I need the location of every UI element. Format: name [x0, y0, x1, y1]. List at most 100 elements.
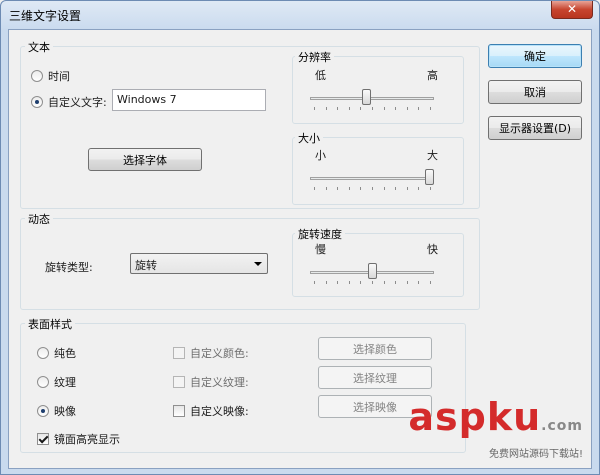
- custom-text-radio-row[interactable]: 自定义文字:: [31, 94, 107, 110]
- resolution-slider-tick: [418, 107, 420, 110]
- size-slider-tick: [430, 187, 431, 190]
- custom-text-input-value: Windows 7: [117, 93, 177, 106]
- resolution-slider-thumb[interactable]: [361, 89, 371, 105]
- custom-text-radio[interactable]: [31, 96, 43, 108]
- solid-radio-row[interactable]: 纯色: [37, 345, 76, 361]
- size-slider-tick: [395, 187, 397, 190]
- reflection-radio-label: 映像: [54, 405, 76, 418]
- custom-texture-checkbox-row[interactable]: 自定义纹理:: [173, 374, 249, 390]
- time-radio-label: 时间: [48, 70, 70, 83]
- size-slider-thumb[interactable]: [425, 169, 434, 185]
- resolution-slider-tick: [337, 107, 339, 110]
- size-slider-tick: [360, 187, 362, 190]
- title-bar[interactable]: 三维文字设置 ✕: [1, 1, 599, 27]
- resolution-slider-tick: [360, 107, 362, 110]
- custom-text-input[interactable]: Windows 7: [112, 89, 266, 111]
- rotation-type-select[interactable]: 旋转: [130, 253, 268, 274]
- solid-radio-label: 纯色: [54, 347, 76, 360]
- close-button[interactable]: ✕: [551, 1, 593, 19]
- choose-color-button[interactable]: 选择颜色: [318, 337, 432, 360]
- size-small-label: 小: [315, 149, 326, 162]
- solid-radio[interactable]: [37, 347, 49, 359]
- texture-radio[interactable]: [37, 376, 49, 388]
- specular-checkbox[interactable]: [37, 433, 49, 445]
- custom-color-checkbox[interactable]: [173, 347, 185, 359]
- watermark-suffix: .com: [541, 418, 583, 434]
- resolution-slider-tick: [395, 107, 397, 110]
- size-slider-tick: [418, 187, 420, 190]
- resolution-slider-tick: [430, 107, 431, 110]
- reflection-radio-row[interactable]: 映像: [37, 403, 76, 419]
- resolution-slider-tick: [348, 107, 350, 110]
- choose-reflection-button-label: 选择映像: [353, 400, 397, 414]
- cancel-button[interactable]: 取消: [488, 80, 582, 104]
- size-slider-tick: [372, 187, 373, 190]
- ok-button[interactable]: 确定: [488, 44, 582, 68]
- choose-texture-button[interactable]: 选择纹理: [318, 366, 432, 389]
- rotation-speed-slider-tick: [314, 281, 315, 284]
- window-title: 三维文字设置: [9, 9, 82, 23]
- choose-color-button-label: 选择颜色: [353, 342, 397, 356]
- resolution-slider-tick: [372, 107, 373, 110]
- size-slider-tick: [348, 187, 350, 190]
- resolution-low-label: 低: [315, 69, 326, 82]
- texture-radio-row[interactable]: 纹理: [37, 374, 76, 390]
- display-settings-button-label: 显示器设置(D): [498, 122, 572, 135]
- choose-texture-button-label: 选择纹理: [353, 371, 397, 385]
- reflection-radio[interactable]: [37, 405, 49, 417]
- specular-checkbox-row[interactable]: 镜面高亮显示: [37, 431, 120, 447]
- resolution-slider-tick: [406, 107, 408, 110]
- dialog-window: 三维文字设置 ✕ 文本 时间 自定义文字: Windows 7 选择字体 分辨率…: [0, 0, 600, 475]
- custom-color-checkbox-row[interactable]: 自定义颜色:: [173, 345, 249, 361]
- time-radio[interactable]: [31, 70, 43, 82]
- size-slider-track[interactable]: [310, 177, 434, 180]
- resolution-slider-track[interactable]: [310, 97, 434, 100]
- time-radio-row[interactable]: 时间: [31, 68, 70, 84]
- resolution-high-label: 高: [427, 69, 438, 82]
- custom-text-radio-label: 自定义文字:: [48, 96, 107, 109]
- custom-reflection-label: 自定义映像:: [190, 405, 249, 418]
- site-watermark: aspku.com 免费网站源码下载站!: [408, 398, 583, 460]
- rotation-speed-slider-tick: [430, 281, 431, 284]
- rotation-speed-slider-tick: [395, 281, 397, 284]
- size-slider-tick: [383, 187, 385, 190]
- resolution-slider-tick: [383, 107, 385, 110]
- custom-texture-label: 自定义纹理:: [190, 376, 249, 389]
- text-group-label: 文本: [25, 39, 53, 55]
- ok-button-label: 确定: [524, 50, 546, 63]
- choose-font-button[interactable]: 选择字体: [88, 148, 202, 171]
- specular-label: 镜面高亮显示: [54, 433, 120, 446]
- rotation-speed-slider-tick: [406, 281, 408, 284]
- rotation-speed-slider-tick: [372, 281, 373, 284]
- watermark-tagline: 免费网站源码下载站!: [488, 449, 583, 460]
- surface-group-label: 表面样式: [25, 316, 75, 332]
- size-large-label: 大: [427, 149, 438, 162]
- rotation-speed-slider-tick: [383, 281, 385, 284]
- rotation-speed-slider-thumb[interactable]: [367, 263, 377, 279]
- rotation-speed-slider-tick: [418, 281, 420, 284]
- custom-reflection-checkbox[interactable]: [173, 405, 185, 417]
- size-group-label: 大小: [295, 130, 323, 146]
- rotation-speed-slow-label: 慢: [315, 243, 326, 256]
- choose-font-button-label: 选择字体: [123, 153, 167, 167]
- rotation-speed-slider-tick: [360, 281, 362, 284]
- chevron-down-icon: [254, 262, 262, 266]
- rotation-speed-fast-label: 快: [427, 243, 438, 256]
- resolution-group-label: 分辨率: [295, 49, 334, 65]
- custom-color-label: 自定义颜色:: [190, 347, 249, 360]
- rotation-type-value: 旋转: [135, 259, 157, 272]
- watermark-brand: aspku.com: [408, 398, 583, 445]
- dialog-client-area: 文本 时间 自定义文字: Windows 7 选择字体 分辨率 低 高 大小 小…: [8, 29, 592, 469]
- rotation-speed-slider-tick: [325, 281, 327, 284]
- rotation-speed-group-label: 旋转速度: [295, 226, 345, 242]
- size-slider-tick: [314, 187, 315, 190]
- resolution-slider-tick: [325, 107, 327, 110]
- custom-reflection-checkbox-row[interactable]: 自定义映像:: [173, 403, 249, 419]
- texture-radio-label: 纹理: [54, 376, 76, 389]
- rotation-speed-slider-tick: [337, 281, 339, 284]
- custom-texture-checkbox[interactable]: [173, 376, 185, 388]
- cancel-button-label: 取消: [524, 86, 546, 99]
- size-slider-tick: [406, 187, 408, 190]
- size-slider-tick: [325, 187, 327, 190]
- display-settings-button[interactable]: 显示器设置(D): [488, 116, 582, 140]
